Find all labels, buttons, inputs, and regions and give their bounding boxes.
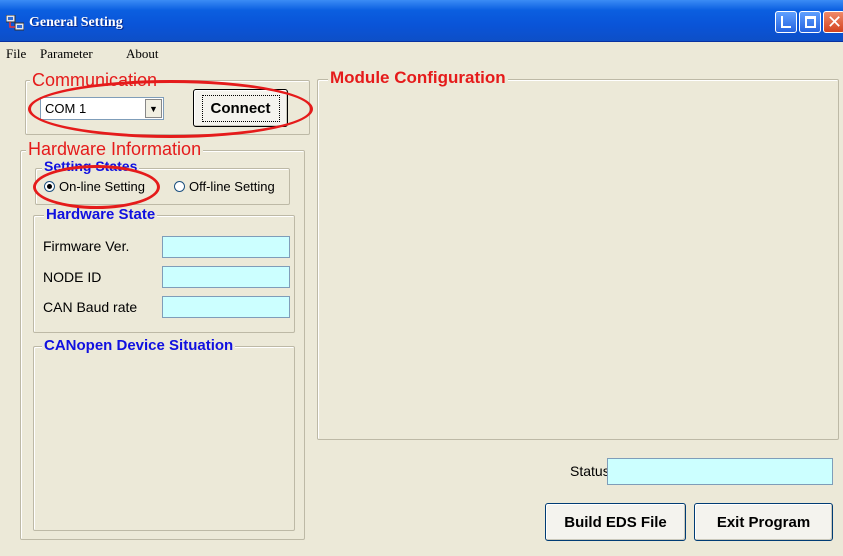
minimize-icon bbox=[781, 16, 791, 28]
build-eds-button[interactable]: Build EDS File bbox=[545, 503, 686, 541]
dropdown-button[interactable]: ▼ bbox=[145, 99, 162, 118]
close-button[interactable]: ✕ bbox=[823, 11, 843, 33]
node-id-field[interactable] bbox=[162, 266, 290, 288]
maximize-button[interactable] bbox=[799, 11, 821, 33]
app-icon bbox=[6, 15, 24, 31]
baud-rate-label: CAN Baud rate bbox=[43, 299, 138, 315]
port-select[interactable]: COM 1 ▼ bbox=[40, 97, 164, 120]
connect-button[interactable]: Connect bbox=[193, 89, 288, 127]
menu-parameter[interactable]: Parameter bbox=[40, 46, 93, 62]
hardware-state-legend: Hardware State bbox=[44, 206, 158, 223]
offline-radio-label[interactable]: Off-line Setting bbox=[189, 179, 275, 194]
maximize-icon bbox=[805, 16, 816, 28]
menu-about[interactable]: About bbox=[126, 46, 159, 62]
offline-radio[interactable] bbox=[174, 181, 185, 192]
window-title: General Setting bbox=[29, 15, 123, 30]
port-select-value: COM 1 bbox=[45, 101, 87, 116]
radio-selected-dot bbox=[47, 184, 52, 189]
menu-bar: File Parameter About bbox=[0, 42, 843, 64]
setting-states-legend: Setting States bbox=[42, 158, 140, 174]
module-config-legend: Module Configuration bbox=[328, 68, 508, 88]
module-config-group bbox=[317, 79, 839, 440]
online-radio[interactable] bbox=[44, 181, 55, 192]
communication-legend: Communication bbox=[30, 70, 160, 91]
title-bar[interactable]: General Setting ✕ bbox=[0, 0, 843, 42]
menu-file[interactable]: File bbox=[6, 46, 26, 62]
connect-button-label: Connect bbox=[201, 94, 280, 122]
firmware-field[interactable] bbox=[162, 236, 290, 258]
hardware-info-legend: Hardware Information bbox=[26, 139, 204, 160]
build-eds-button-label: Build EDS File bbox=[564, 513, 667, 531]
canopen-situation-group bbox=[33, 346, 295, 531]
firmware-label: Firmware Ver. bbox=[43, 238, 130, 254]
exit-program-button[interactable]: Exit Program bbox=[694, 503, 833, 541]
exit-program-button-label: Exit Program bbox=[716, 513, 811, 531]
canopen-situation-legend: CANopen Device Situation bbox=[42, 337, 236, 354]
chevron-down-icon: ▼ bbox=[149, 103, 158, 114]
baud-rate-field[interactable] bbox=[162, 296, 290, 318]
status-field[interactable] bbox=[607, 458, 833, 485]
online-radio-label[interactable]: On-line Setting bbox=[59, 179, 145, 194]
node-id-label: NODE ID bbox=[43, 269, 102, 285]
minimize-button[interactable] bbox=[775, 11, 797, 33]
close-icon: ✕ bbox=[827, 12, 843, 32]
